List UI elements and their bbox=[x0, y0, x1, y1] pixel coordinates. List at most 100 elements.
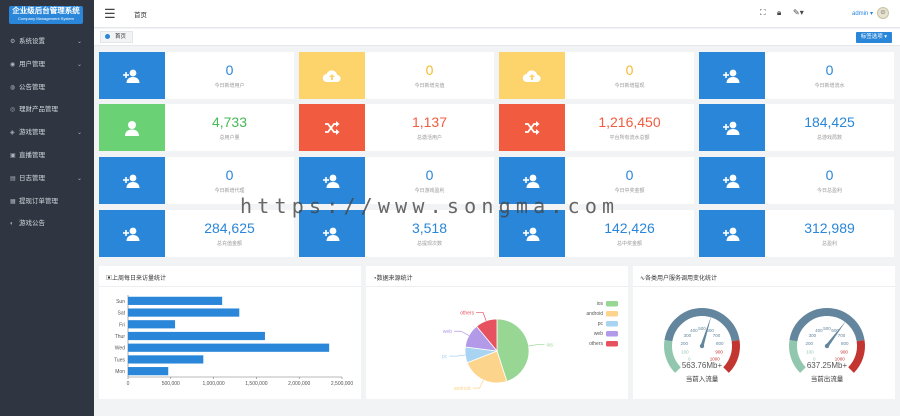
fullscreen-icon[interactable]: ⛶ bbox=[760, 8, 766, 18]
bar[interactable] bbox=[128, 331, 265, 341]
stat-label: 总提现次数 bbox=[416, 241, 442, 247]
stat-value: 0 bbox=[825, 167, 834, 183]
gauge-tick bbox=[818, 317, 820, 321]
gauge-tick bbox=[831, 316, 833, 320]
bar[interactable] bbox=[128, 367, 169, 376]
gauge-tick-label: 500 bbox=[698, 326, 706, 331]
bar[interactable] bbox=[128, 343, 330, 352]
logo[interactable]: 企业级后台管理系统 Company Management System bbox=[9, 6, 83, 24]
stat-card[interactable]: 0 今日新增流水 bbox=[699, 52, 894, 99]
gauge-tick bbox=[797, 340, 805, 343]
stat-card[interactable]: 1,216,450 平台所有流水总额 bbox=[499, 104, 694, 151]
legend-swatch[interactable] bbox=[606, 341, 618, 347]
legend-swatch[interactable] bbox=[606, 301, 618, 307]
gauge-tick bbox=[853, 351, 857, 353]
user-add-icon bbox=[699, 52, 765, 99]
stat-card[interactable]: 0 今日总盈利 bbox=[699, 157, 894, 204]
gauge-tick bbox=[849, 340, 857, 343]
user-add-icon bbox=[699, 104, 765, 151]
legend-swatch[interactable] bbox=[606, 311, 618, 317]
cloud-upload-icon bbox=[499, 52, 565, 99]
gauge-band bbox=[848, 340, 865, 373]
log-icon: ▤ bbox=[10, 175, 16, 182]
sidebar-item[interactable]: ⚙ 系统设置 ⌄ bbox=[0, 34, 94, 50]
chevron-down-icon: ⌄ bbox=[76, 130, 82, 137]
watermark: https://www.songma.com bbox=[240, 194, 620, 218]
gauge-tick bbox=[848, 352, 856, 356]
stat-value: 312,989 bbox=[804, 220, 855, 236]
sidebar-item[interactable]: ▣ 直播管理 bbox=[0, 148, 94, 164]
gauge-hub bbox=[699, 343, 705, 349]
bar[interactable] bbox=[128, 308, 240, 317]
menu-toggle-icon[interactable]: ☰ bbox=[104, 7, 116, 20]
bar[interactable] bbox=[128, 355, 204, 364]
pie-label-line bbox=[454, 330, 470, 336]
user-add-icon bbox=[699, 157, 765, 204]
sidebar-item[interactable]: ▤ 日志管理 ⌄ bbox=[0, 171, 94, 187]
page-options-button[interactable]: 标签选项 ▾ bbox=[855, 32, 892, 43]
sidebar-item[interactable]: ◐ 游戏公告 bbox=[0, 216, 94, 232]
bar[interactable] bbox=[128, 296, 223, 305]
gauge-tick-label: 300 bbox=[684, 333, 692, 338]
sidebar-item[interactable]: ▦ 提现订单管理 bbox=[0, 194, 94, 210]
header-home-link[interactable]: 首页 bbox=[134, 9, 147, 19]
user-menu[interactable]: admin ▾ bbox=[852, 10, 873, 17]
pie-label-line bbox=[528, 344, 545, 347]
gauge-tick bbox=[711, 318, 714, 321]
y-tick-label: Mon bbox=[115, 369, 125, 375]
bar[interactable] bbox=[128, 320, 176, 329]
sidebar-item[interactable]: ◍ 公告管理 bbox=[0, 80, 94, 96]
gauge-tick bbox=[798, 335, 802, 338]
gauge-tick bbox=[679, 325, 682, 329]
theme-brush-icon[interactable]: ✎▾ bbox=[793, 8, 804, 17]
avatar[interactable]: ☺ bbox=[877, 7, 889, 19]
gauge-name: 当前出流量 bbox=[811, 374, 844, 383]
gauge-tick bbox=[690, 318, 693, 321]
stat-card[interactable]: 0 今日新增提现 bbox=[499, 52, 694, 99]
sidebar-item-label: 系统设置 bbox=[19, 38, 45, 45]
gauge-tick bbox=[687, 319, 693, 326]
sidebar-item-label: 游戏管理 bbox=[19, 129, 45, 137]
pie-label-line bbox=[449, 354, 466, 357]
sidebar-item[interactable]: ◎ 理财产品管理 bbox=[0, 102, 94, 118]
gauge-tick-label: 400 bbox=[690, 328, 698, 333]
gauge-tick bbox=[724, 360, 727, 364]
gauge-value: 563.76Mb+ bbox=[682, 361, 723, 370]
gauge-tick bbox=[804, 325, 807, 329]
sidebar-item[interactable]: ◈ 游戏管理 ⌄ bbox=[0, 125, 94, 141]
stat-card[interactable]: 0 今日新增充值 bbox=[299, 52, 494, 99]
tab-home[interactable]: 首页 bbox=[100, 31, 134, 43]
gauge-tick bbox=[806, 323, 809, 327]
video-icon: ▣ bbox=[10, 153, 16, 159]
header: ☰ 首页 ⛶ 🔒︎ ✎▾ admin ▾ ☺ bbox=[94, 0, 900, 28]
gauge-tick bbox=[798, 352, 806, 356]
bell-icon: ◍ bbox=[10, 84, 16, 91]
gauge-tick bbox=[815, 318, 818, 321]
gauge-tick bbox=[672, 338, 676, 340]
order-icon: ▦ bbox=[10, 198, 16, 205]
gauge-tick bbox=[677, 360, 680, 364]
stat-card[interactable]: 1,137 总激活用户 bbox=[299, 104, 494, 151]
stat-value: 1,216,450 bbox=[598, 114, 661, 130]
stat-card[interactable]: 184,425 总游戏局数 bbox=[699, 104, 894, 151]
logo-title: 企业级后台管理系统 bbox=[12, 6, 80, 15]
stat-label: 今日新增用户 bbox=[214, 83, 245, 89]
legend-swatch[interactable] bbox=[606, 331, 618, 337]
lock-icon[interactable]: 🔒︎ bbox=[777, 8, 781, 18]
stat-card[interactable]: 4,733 总用户量 bbox=[99, 104, 294, 151]
pie-label-line bbox=[476, 312, 487, 322]
sidebar-item[interactable]: ◉ 用户管理 ⌄ bbox=[0, 57, 94, 73]
gamepad-icon: ◈ bbox=[10, 130, 15, 137]
stat-card[interactable]: 0 今日新增用户 bbox=[99, 52, 294, 99]
stat-label: 总盈利 bbox=[821, 241, 837, 247]
gauge-tick bbox=[674, 333, 678, 335]
gauge-band bbox=[723, 340, 740, 373]
gauge-tick bbox=[821, 316, 823, 320]
gauge-tick bbox=[851, 356, 855, 359]
legend-swatch[interactable] bbox=[606, 321, 618, 327]
stat-card[interactable]: 312,989 总盈利 bbox=[699, 210, 894, 257]
gauge-tick-label: 200 bbox=[805, 341, 813, 346]
gauge-tick bbox=[722, 363, 726, 366]
gauge-tick-label: 300 bbox=[809, 333, 817, 338]
gauge-tick bbox=[674, 356, 678, 359]
